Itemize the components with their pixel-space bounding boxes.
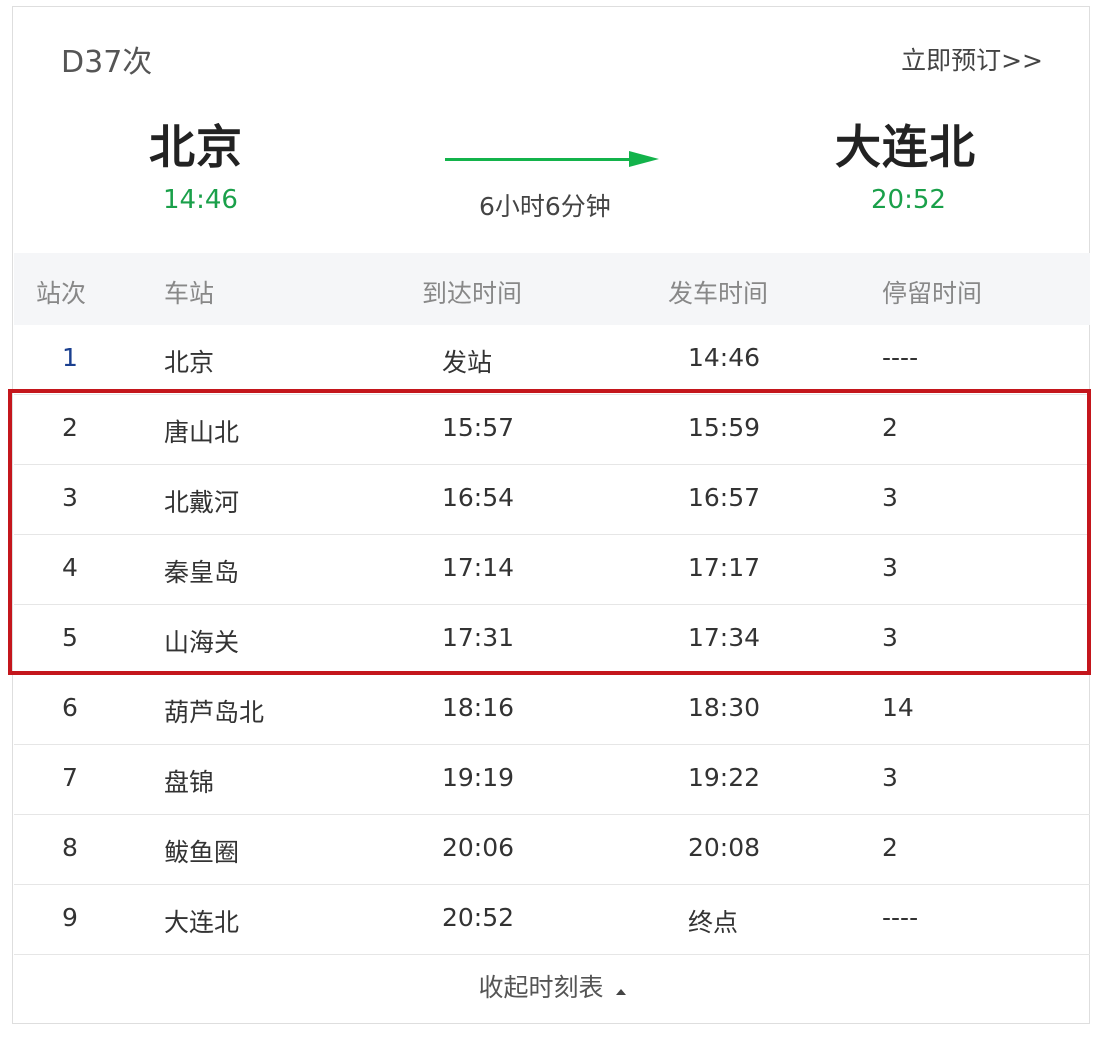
table-row: 5 山海关 17:31 17:34 3 (14, 605, 1090, 675)
departure-time-cell: 17:17 (688, 553, 761, 582)
table-header: 站次 车站 到达时间 发车时间 停留时间 (14, 253, 1090, 325)
arrival-time-cell: 17:14 (442, 553, 515, 582)
stay-duration-cell: 2 (882, 413, 898, 442)
stay-duration-cell: 2 (882, 833, 898, 862)
departure-time-cell: 15:59 (688, 413, 761, 442)
arrival-time-cell: 15:57 (442, 413, 515, 442)
collapse-timetable-button[interactable]: 收起时刻表 (14, 953, 1090, 1023)
station-name: 鲅鱼圈 (164, 838, 240, 867)
stay-duration-cell: ---- (882, 903, 919, 932)
stop-number: 9 (62, 903, 78, 932)
station-name: 大连北 (164, 908, 240, 937)
stay-duration-cell: 3 (882, 763, 898, 792)
table-row: 2 唐山北 15:57 15:59 2 (14, 395, 1090, 465)
departure-time-cell: 19:22 (688, 763, 761, 792)
departure-time-cell: 14:46 (688, 343, 761, 372)
arrival-time-cell: 19:19 (442, 763, 515, 792)
stop-number: 8 (62, 833, 78, 862)
stay-duration-cell: ---- (882, 343, 919, 372)
table-row: 9 大连北 20:52 终点 ---- (14, 885, 1090, 955)
arrival-time-cell: 发站 (442, 348, 493, 377)
train-schedule-card: D37次 立即预订>> 北京 14:46 6小时6分钟 大连北 20:52 站次… (12, 6, 1090, 1024)
stop-number: 6 (62, 693, 78, 722)
stop-number: 5 (62, 623, 78, 652)
station-name: 葫芦岛北 (164, 698, 265, 727)
column-header-station: 车站 (164, 279, 215, 308)
departure-time-cell: 18:30 (688, 693, 761, 722)
column-header-departure: 发车时间 (668, 279, 769, 308)
arrival-time-cell: 17:31 (442, 623, 515, 652)
stay-duration-cell: 14 (882, 693, 914, 722)
route-arrow-icon (445, 147, 659, 171)
stop-number: 2 (62, 413, 78, 442)
departure-time-cell: 16:57 (688, 483, 761, 512)
departure-time-cell: 终点 (688, 908, 739, 937)
departure-time: 14:46 (163, 185, 238, 215)
stay-duration-cell: 3 (882, 483, 898, 512)
book-now-link[interactable]: 立即预订>> (901, 41, 1043, 77)
stop-number: 4 (62, 553, 78, 582)
station-name: 北戴河 (164, 488, 240, 517)
arrival-time-cell: 20:52 (442, 903, 515, 932)
stop-number: 7 (62, 763, 78, 792)
table-row: 6 葫芦岛北 18:16 18:30 14 (14, 675, 1090, 745)
column-header-arrival: 到达时间 (422, 279, 523, 308)
table-row: 7 盘锦 19:19 19:22 3 (14, 745, 1090, 815)
table-row: 1 北京 发站 14:46 ---- (14, 325, 1090, 395)
arrival-time-cell: 20:06 (442, 833, 515, 862)
stop-number: 1 (62, 343, 78, 372)
column-header-stop-no: 站次 (36, 279, 87, 308)
train-number: D37次 (61, 45, 153, 80)
arrival-time-cell: 16:54 (442, 483, 515, 512)
departure-time-cell: 20:08 (688, 833, 761, 862)
table-row: 4 秦皇岛 17:14 17:17 3 (14, 535, 1090, 605)
departure-station: 北京 (149, 120, 243, 174)
caret-up-icon (615, 988, 626, 995)
travel-duration: 6小时6分钟 (479, 192, 611, 221)
table-row: 3 北戴河 16:54 16:57 3 (14, 465, 1090, 535)
arrival-time-cell: 18:16 (442, 693, 515, 722)
station-name: 北京 (164, 348, 215, 377)
arrival-station: 大连北 (835, 120, 976, 174)
table-row: 8 鲅鱼圈 20:06 20:08 2 (14, 815, 1090, 885)
departure-time-cell: 17:34 (688, 623, 761, 652)
column-header-stay: 停留时间 (882, 279, 983, 308)
stay-duration-cell: 3 (882, 553, 898, 582)
arrival-time: 20:52 (871, 185, 946, 215)
stop-number: 3 (62, 483, 78, 512)
collapse-timetable-label: 收起时刻表 (478, 973, 604, 1002)
station-name: 秦皇岛 (164, 558, 240, 587)
station-name: 山海关 (164, 628, 240, 657)
stay-duration-cell: 3 (882, 623, 898, 652)
station-name: 唐山北 (164, 418, 240, 447)
station-name: 盘锦 (164, 768, 215, 797)
